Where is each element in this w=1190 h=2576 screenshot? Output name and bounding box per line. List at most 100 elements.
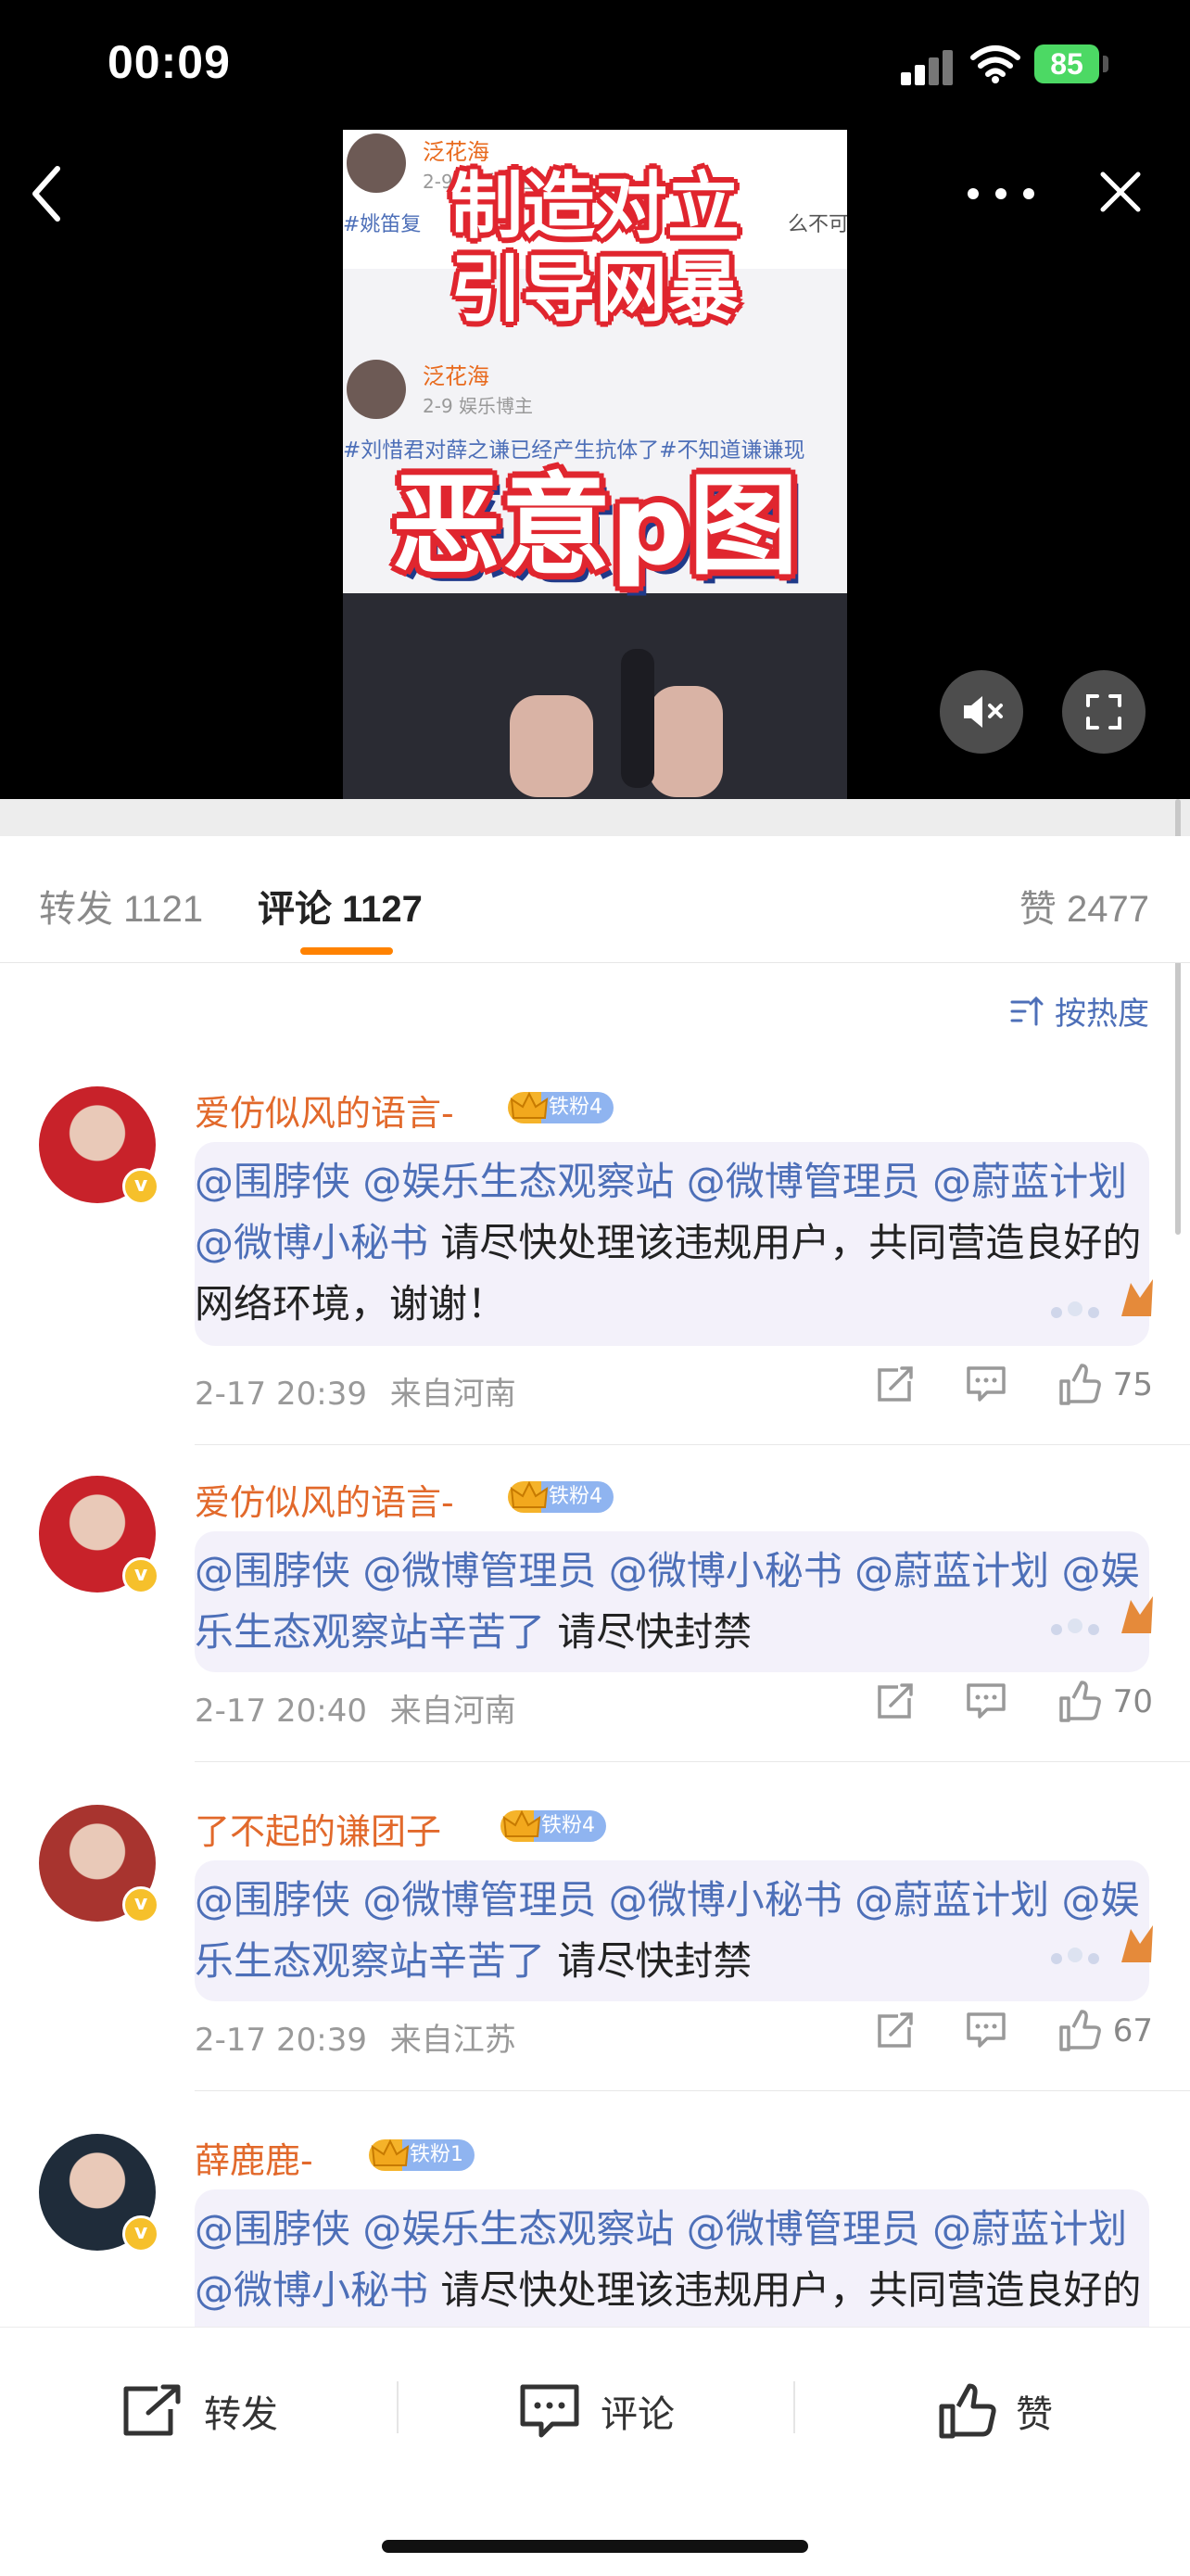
comment-time: 2-17 20:39 <box>195 1376 367 1413</box>
mention-link[interactable]: @蔚蓝计划 <box>855 1877 1061 1922</box>
comment-meta: 2-17 20:39 来自江苏 <box>195 2014 516 2060</box>
like-label: 赞 <box>1016 2393 1053 2436</box>
reply-comment-icon[interactable] <box>965 1364 1007 1405</box>
mute-button[interactable] <box>940 670 1023 754</box>
comment-separator <box>195 1444 1190 1445</box>
fan-badge: 铁粉4 <box>508 1480 614 1513</box>
mention-link[interactable]: @围脖侠 <box>195 1877 362 1922</box>
repost-comment-icon[interactable] <box>874 1681 915 1722</box>
mention-link[interactable]: @围脖侠 <box>195 1548 362 1593</box>
comment-like-button[interactable]: 70 <box>1057 1680 1153 1724</box>
comment-username[interactable]: 了不起的谦团子 <box>195 1803 441 1854</box>
mention-link[interactable]: @蔚蓝计划 <box>932 2206 1127 2252</box>
home-indicator <box>382 2540 808 2553</box>
mention-link[interactable]: @微博管理员 <box>687 1159 932 1204</box>
repost-comment-icon[interactable] <box>874 2011 915 2051</box>
section-divider <box>0 799 1190 836</box>
tab-repost[interactable]: 转发 1121 <box>39 879 203 933</box>
comment-label: 评论 <box>601 2393 675 2436</box>
mention-link[interactable]: @微博小秘书 <box>195 1220 428 1265</box>
repost-comment-icon[interactable] <box>874 1364 915 1405</box>
crown-icon <box>371 2138 410 2166</box>
more-icon[interactable] <box>964 185 1038 202</box>
mention-link[interactable]: @娱乐生态观察站 <box>362 1159 686 1204</box>
comment-button[interactable]: 评论 <box>517 2374 675 2448</box>
verified-badge-icon: v <box>122 1557 159 1594</box>
frame-person <box>343 593 847 799</box>
comment-like-button[interactable]: 75 <box>1057 1363 1153 1407</box>
comment-separator <box>195 1761 1190 1762</box>
comment-like-count: 67 <box>1112 2012 1153 2049</box>
comment-time: 2-17 20:39 <box>195 2022 367 2059</box>
fan-badge-label: 铁粉4 <box>541 1814 595 1837</box>
fullscreen-icon <box>1086 694 1121 730</box>
fan-badge: 铁粉4 <box>508 1091 614 1123</box>
mention-link[interactable]: @微博小秘书 <box>609 1548 855 1593</box>
mention-link[interactable]: @微博管理员 <box>362 1548 608 1593</box>
close-icon[interactable] <box>1097 169 1144 215</box>
sort-icon <box>1010 996 1044 1025</box>
like-button[interactable]: 赞 <box>936 2374 1053 2448</box>
active-tab-indicator <box>300 947 393 955</box>
battery-tip <box>1103 56 1108 72</box>
repost-icon <box>123 2384 181 2436</box>
tab-comment[interactable]: 评论 1127 <box>258 879 423 933</box>
comment-bubble: @围脖侠 @微博管理员 @微博小秘书 @蔚蓝计划 @娱乐生态观察站辛苦了 请尽快… <box>195 1531 1149 1672</box>
mention-link[interactable]: @微博管理员 <box>687 2206 932 2252</box>
comment-bubble: @围脖侠 @微博管理员 @微博小秘书 @蔚蓝计划 @娱乐生态观察站辛苦了 请尽快… <box>195 1860 1149 2001</box>
fan-badge-label: 铁粉4 <box>549 1485 602 1508</box>
repost-button[interactable]: 转发 <box>120 2374 278 2448</box>
comment-bubble: @围脖侠 @娱乐生态观察站 @微博管理员 @蔚蓝计划 @微博小秘书 请尽快处理该… <box>195 1142 1149 1346</box>
fan-badge-label: 铁粉4 <box>549 1096 602 1119</box>
sort-label: 按热度 <box>1055 996 1149 1033</box>
bottom-action-bar: 转发 评论 赞 <box>0 2327 1190 2576</box>
fan-badge-label: 铁粉1 <box>410 2143 463 2166</box>
comment-username[interactable]: 爱仿似风的语言- <box>195 1474 454 1525</box>
comment-location: 来自江苏 <box>389 2022 516 2059</box>
comment-actions: 75 <box>874 1363 1153 1407</box>
frame-avatar <box>347 360 406 419</box>
bubble-decoration-icon <box>1051 1925 1153 1964</box>
comment-text: @围脖侠 @微博管理员 @微博小秘书 @蔚蓝计划 @娱乐生态观察站辛苦了 请尽快… <box>195 1541 1149 1663</box>
comment-like-button[interactable]: 67 <box>1057 2009 1153 2053</box>
comment-like-count: 75 <box>1112 1366 1153 1403</box>
comment-actions: 70 <box>874 1680 1153 1724</box>
verified-badge-icon: v <box>122 2215 159 2252</box>
mention-link[interactable]: @围脖侠 <box>195 1159 362 1204</box>
thumbs-up-icon <box>1058 1681 1101 1722</box>
status-time: 00:09 <box>108 36 231 88</box>
crown-icon <box>510 1480 549 1508</box>
comment-location: 来自河南 <box>389 1376 516 1413</box>
comment-username[interactable]: 爱仿似风的语言- <box>195 1085 454 1136</box>
comment-meta: 2-17 20:39 来自河南 <box>195 1368 516 1414</box>
bubble-decoration-icon <box>1051 1596 1153 1635</box>
comment-body: 请尽快封禁 <box>545 1609 753 1655</box>
comment-text: @围脖侠 @微博管理员 @微博小秘书 @蔚蓝计划 @娱乐生态观察站辛苦了 请尽快… <box>195 1870 1149 1992</box>
frame-user-name: 泛花海 <box>423 139 489 165</box>
frame-hand <box>649 686 723 797</box>
sort-by-heat-button[interactable]: 按热度 <box>1008 988 1149 1034</box>
mention-link[interactable]: @微博小秘书 <box>609 1877 855 1922</box>
reply-comment-icon[interactable] <box>965 2011 1007 2051</box>
mention-link[interactable]: @微博管理员 <box>362 1877 608 1922</box>
video-caption-big: 恶意p图 <box>391 462 799 590</box>
reply-comment-icon[interactable] <box>965 1681 1007 1722</box>
tab-like[interactable]: 赞 2477 <box>1019 879 1149 933</box>
muted-speaker-icon <box>964 696 1003 728</box>
status-bar: 00:09 85 <box>0 0 1190 130</box>
mention-link[interactable]: @蔚蓝计划 <box>855 1548 1061 1593</box>
comment-text: @围脖侠 @娱乐生态观察站 @微博管理员 @蔚蓝计划 @微博小秘书 请尽快处理该… <box>195 1151 1149 1335</box>
bottom-divider <box>397 2381 399 2433</box>
mention-link[interactable]: @围脖侠 <box>195 2206 362 2252</box>
comment-username[interactable]: 薛鹿鹿- <box>195 2132 313 2183</box>
fullscreen-button[interactable] <box>1062 670 1146 754</box>
fan-badge: 铁粉4 <box>500 1809 606 1842</box>
mention-link[interactable]: @娱乐生态观察站 <box>362 2206 686 2252</box>
wifi-icon <box>970 45 1020 83</box>
back-icon[interactable] <box>28 163 65 224</box>
fan-badge: 铁粉1 <box>369 2138 475 2171</box>
video-player[interactable]: 泛花海 2-9 娱乐博主 #姚笛复 么不可 泛花海 2-9 娱乐博主 #刘惜君对… <box>0 130 1190 799</box>
video-caption-top: 制造对立 引导网暴 <box>449 165 740 332</box>
mention-link[interactable]: @蔚蓝计划 <box>932 1159 1127 1204</box>
mention-link[interactable]: @微博小秘书 <box>195 2267 428 2313</box>
